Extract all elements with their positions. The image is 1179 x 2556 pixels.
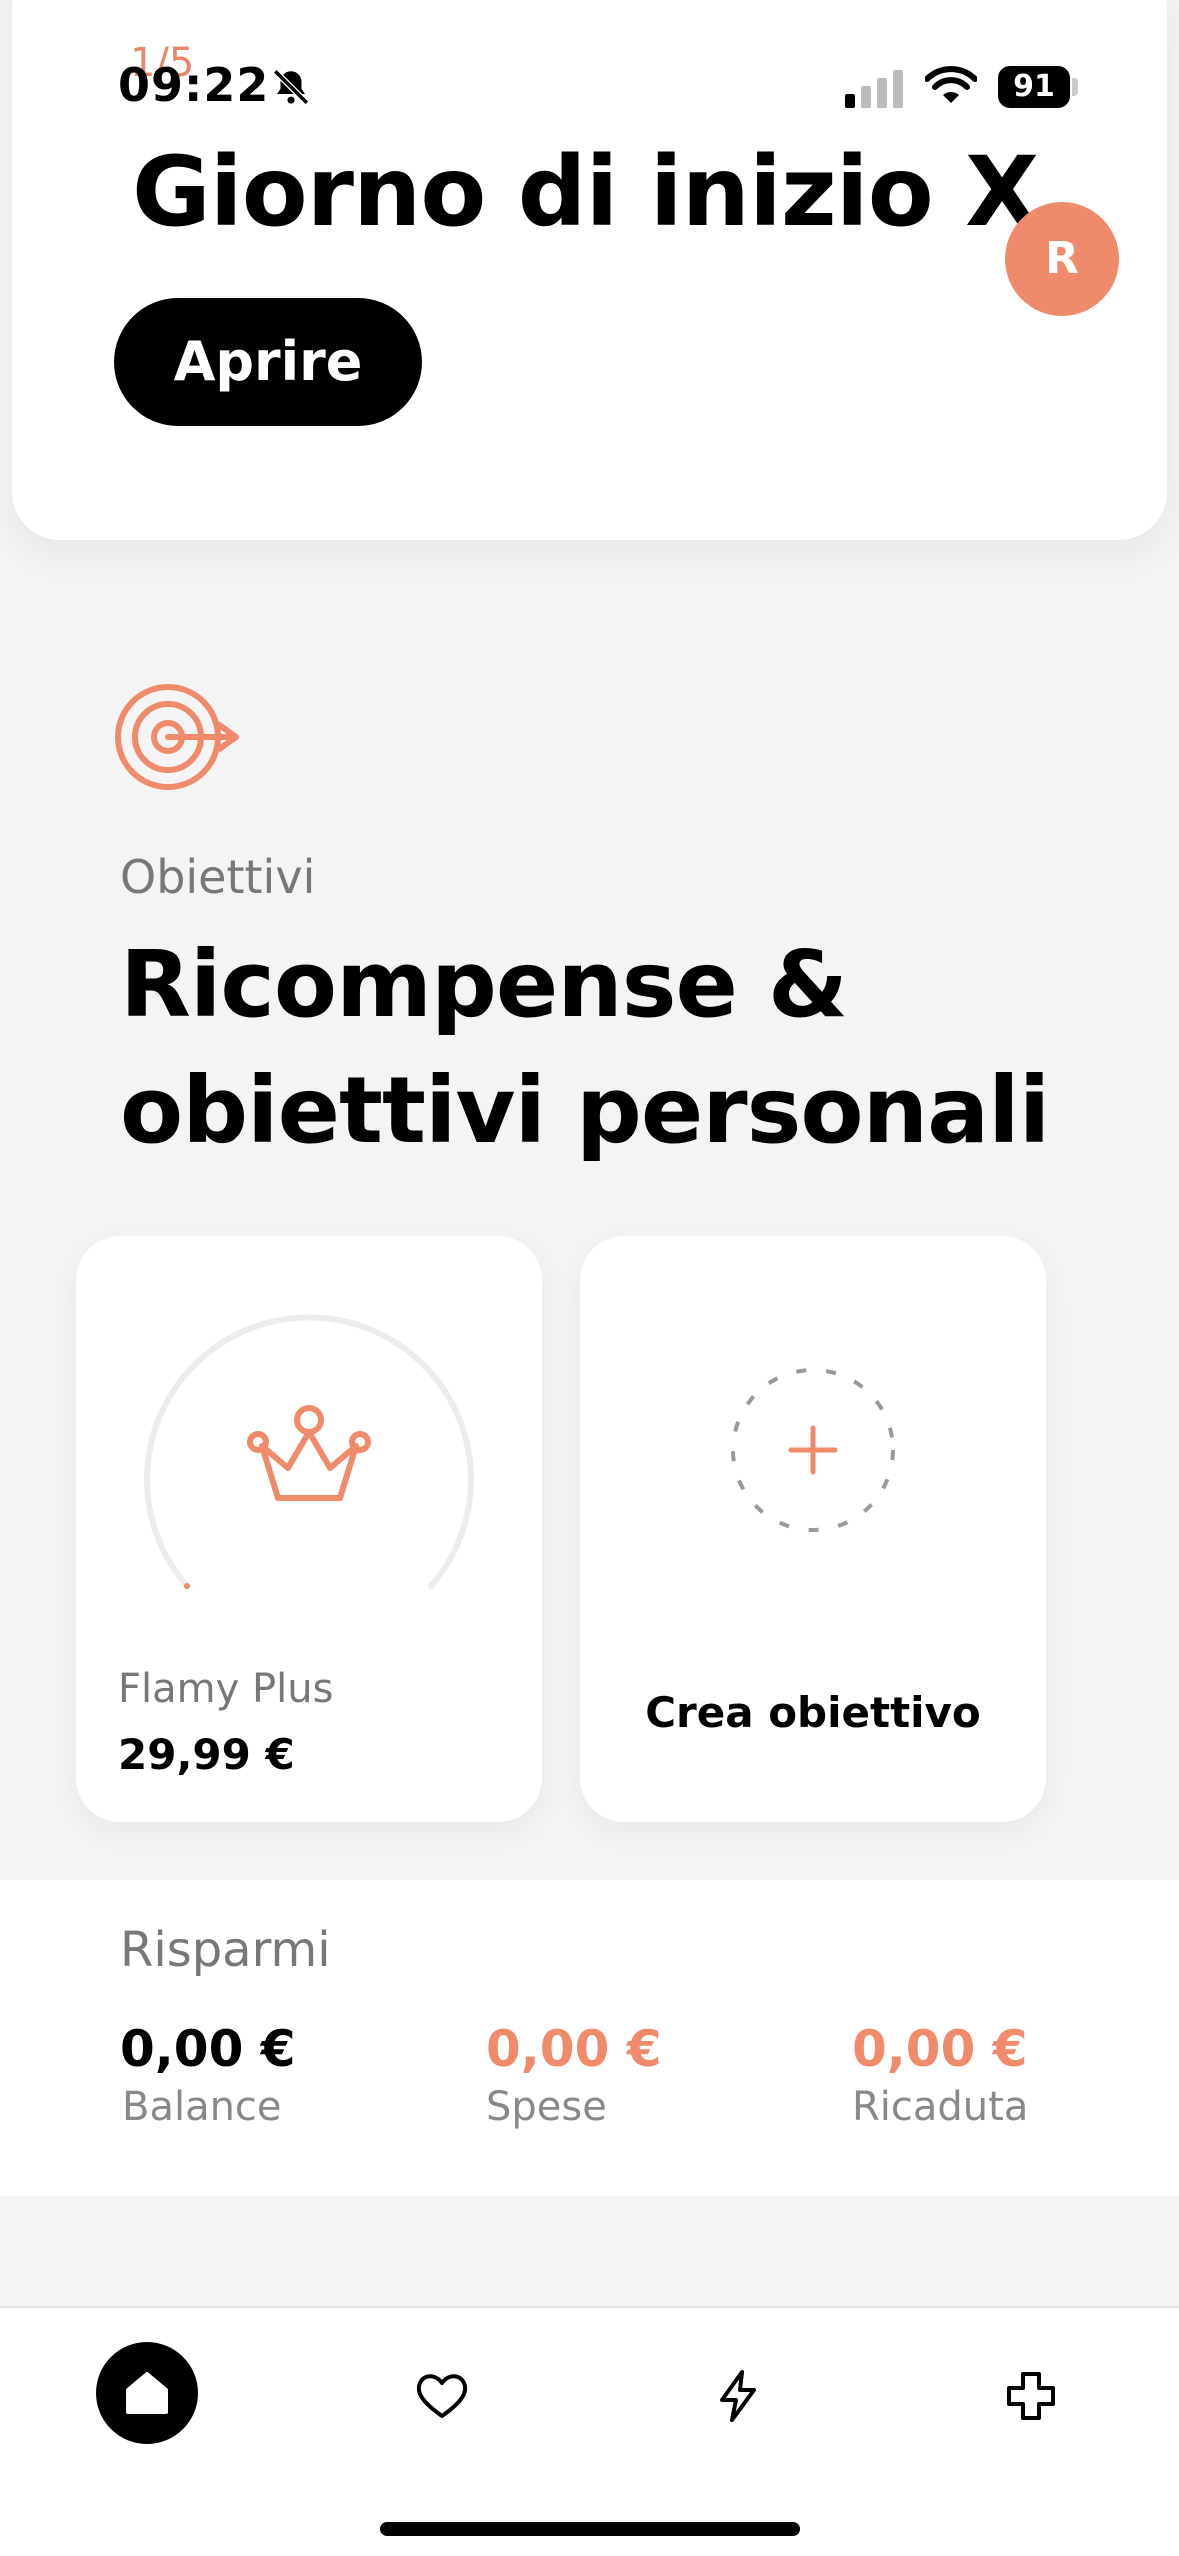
section-heading: Ricompense & obiettivi personali	[120, 922, 1100, 1174]
home-indicator	[380, 2522, 800, 2536]
savings-title: Risparmi	[120, 1922, 331, 1978]
create-goal-label: Crea obiettivo	[645, 1688, 981, 1737]
home-screen: 1/5 09:22 91 Giorno di inizio X R Aprire…	[0, 0, 1179, 2556]
balance-value: 0,00 €	[120, 2020, 296, 2078]
bell-muted-icon	[273, 69, 309, 105]
relapse-label: Ricaduta	[852, 2084, 1029, 2130]
battery-tip	[1072, 78, 1078, 96]
section-label: Obiettivi	[120, 850, 316, 904]
wifi-icon	[925, 66, 977, 103]
cellular-signal-icon	[845, 70, 903, 108]
home-icon	[126, 2372, 168, 2414]
card-title: Giorno di inizio X	[132, 136, 1039, 248]
savings-panel: Risparmi 0,00 € Balance 0,00 € Spese 0,0…	[0, 1880, 1179, 2196]
expenses-label: Spese	[486, 2084, 607, 2130]
battery-indicator: 91	[998, 66, 1070, 108]
crown-icon	[247, 1405, 371, 1501]
cross-icon[interactable]	[1001, 2366, 1061, 2426]
bottom-nav	[0, 2306, 1179, 2556]
relapse-value: 0,00 €	[852, 2020, 1028, 2078]
goal-name: Flamy Plus	[118, 1666, 334, 1712]
section-heading-line: Ricompense &	[120, 931, 848, 1038]
bolt-icon[interactable]	[708, 2366, 768, 2426]
goal-price: 29,99 €	[118, 1730, 295, 1779]
add-goal-icon	[731, 1368, 895, 1532]
section-heading-line: obiettivi personali	[120, 1057, 1050, 1164]
target-icon	[115, 684, 239, 790]
create-goal-card[interactable]: Crea obiettivo	[580, 1236, 1046, 1822]
status-time: 09:22	[118, 58, 270, 112]
open-button[interactable]: Aprire	[114, 298, 422, 426]
expenses-value: 0,00 €	[486, 2020, 662, 2078]
heart-icon[interactable]	[412, 2366, 472, 2426]
balance-label: Balance	[122, 2084, 282, 2130]
nav-home[interactable]	[96, 2342, 198, 2444]
goal-card-flamy-plus[interactable]: Flamy Plus 29,99 €	[76, 1236, 542, 1822]
avatar[interactable]: R	[1005, 202, 1119, 316]
